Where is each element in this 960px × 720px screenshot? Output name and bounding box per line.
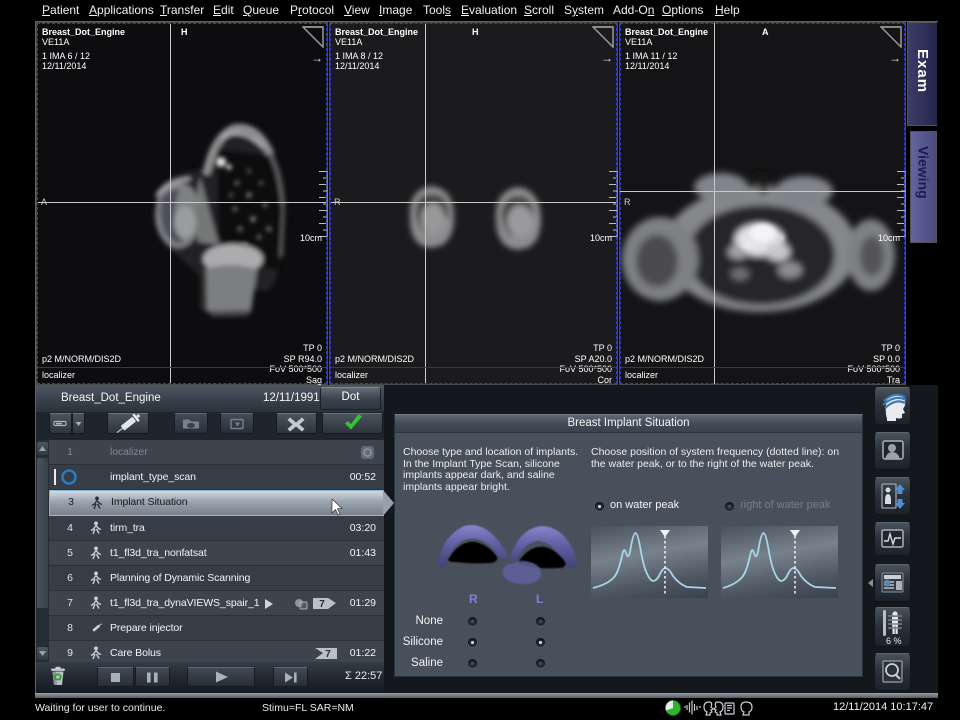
svg-text:7: 7	[325, 649, 331, 660]
svg-text:7: 7	[319, 599, 325, 610]
